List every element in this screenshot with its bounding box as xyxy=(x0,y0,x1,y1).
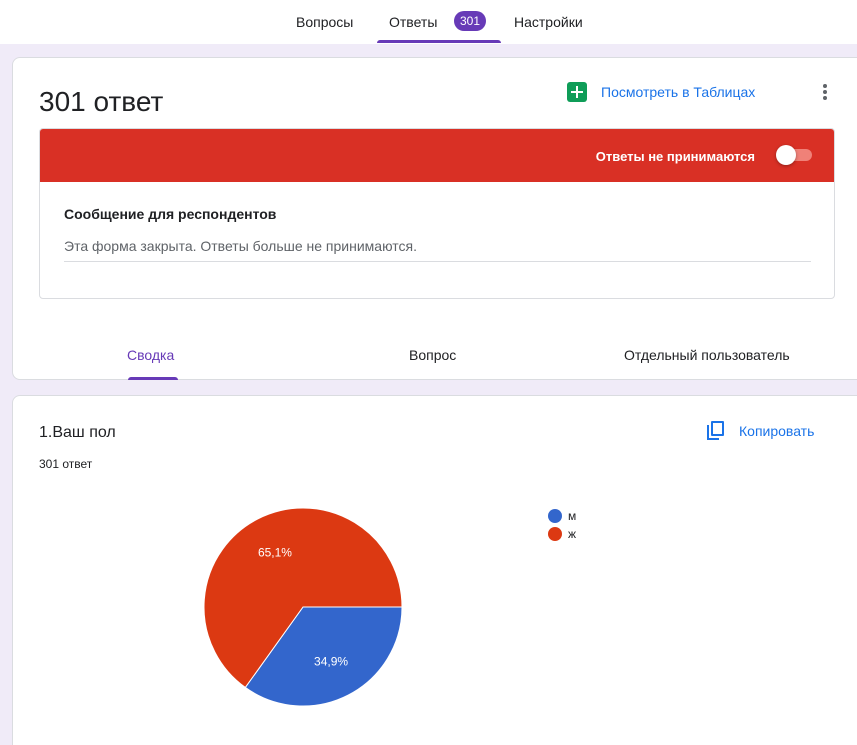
content-copy-icon xyxy=(707,421,725,441)
legend-swatch xyxy=(548,509,562,523)
tab-summary[interactable]: Сводка xyxy=(127,347,174,363)
tab-settings[interactable]: Настройки xyxy=(514,14,583,30)
closed-form-panel: Ответы не принимаются Сообщение для респ… xyxy=(39,128,835,299)
active-subtab-indicator xyxy=(128,377,178,380)
legend-item: м xyxy=(548,507,576,525)
question-response-count: 301 ответ xyxy=(39,457,93,471)
pie-slice-label: 34,9% xyxy=(314,655,348,669)
not-accepting-label: Ответы не принимаются xyxy=(595,149,755,164)
copy-chart-button[interactable]: Копировать xyxy=(707,420,814,442)
pie-slice-label: 65,1% xyxy=(258,545,292,559)
view-in-sheets-label: Посмотреть в Таблицах xyxy=(601,84,756,100)
tab-questions[interactable]: Вопросы xyxy=(296,14,353,30)
tab-responses[interactable]: Ответы xyxy=(389,14,437,30)
legend-label: м xyxy=(568,509,577,523)
responses-count-badge: 301 xyxy=(454,11,487,31)
pie-chart-svg: 34,9% 65,1% xyxy=(203,507,403,707)
view-in-sheets-button[interactable]: Посмотреть в Таблицах xyxy=(567,82,755,102)
legend-label: ж xyxy=(568,527,577,541)
copy-chart-label: Копировать xyxy=(739,423,815,439)
tab-individual[interactable]: Отдельный пользователь xyxy=(624,347,790,363)
more-vert-icon[interactable] xyxy=(820,80,830,104)
active-tab-indicator xyxy=(377,40,501,43)
legend-item: ж xyxy=(548,525,576,543)
respondent-message-title: Сообщение для респондентов xyxy=(64,206,277,222)
accepting-responses-toggle[interactable] xyxy=(776,145,812,165)
tab-question[interactable]: Вопрос xyxy=(409,347,456,363)
pie-chart: 34,9% 65,1% xyxy=(203,507,403,707)
chart-legend: мж xyxy=(548,507,576,543)
legend-swatch xyxy=(548,527,562,541)
toggle-thumb xyxy=(776,145,796,165)
top-navigation: Вопросы Ответы 301 Настройки xyxy=(0,0,857,44)
question-title: 1.Ваш пол xyxy=(39,424,116,441)
question-summary-card: 1.Ваш пол 301 ответ Копировать 34,9% 65,1… xyxy=(12,395,857,745)
google-sheets-icon xyxy=(567,82,587,102)
responses-summary-card: 301 ответ Посмотреть в Таблицах Ответы н… xyxy=(12,57,857,380)
respondent-message-input[interactable] xyxy=(64,232,811,262)
not-accepting-banner: Ответы не принимаются xyxy=(40,129,834,182)
responses-count-title: 301 ответ xyxy=(39,86,164,117)
